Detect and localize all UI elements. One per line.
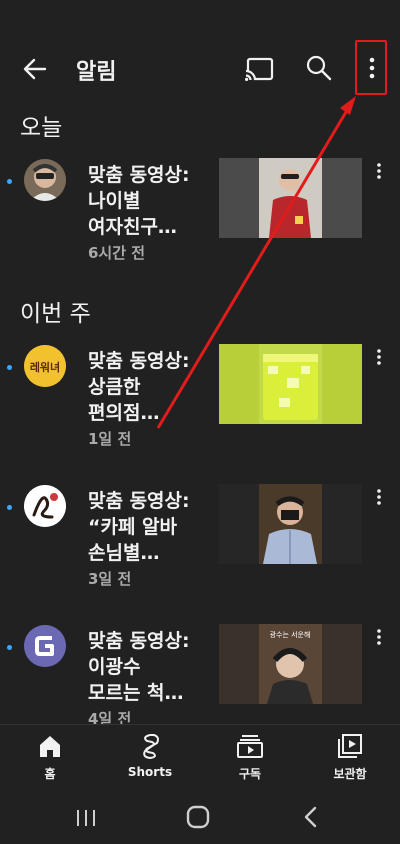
home-circle-icon bbox=[186, 805, 210, 829]
item-more-button[interactable] bbox=[370, 346, 388, 370]
annotation-highlight-box bbox=[355, 40, 387, 95]
unread-dot bbox=[7, 179, 12, 184]
nav-library-label: 보관함 bbox=[333, 767, 367, 781]
page-title: 알림 bbox=[76, 60, 117, 85]
nav-subscriptions-label: 구독 bbox=[238, 767, 262, 781]
back-system-button[interactable] bbox=[292, 802, 332, 832]
search-icon bbox=[306, 55, 332, 81]
more-vertical-icon bbox=[377, 349, 381, 365]
arrow-left-icon bbox=[23, 58, 47, 80]
nav-subscriptions[interactable]: 구독 bbox=[210, 733, 290, 782]
unread-dot bbox=[7, 365, 12, 370]
video-thumbnail[interactable] bbox=[219, 158, 362, 238]
home-system-button[interactable] bbox=[178, 802, 218, 832]
notification-time: 1일 전 bbox=[88, 430, 132, 448]
video-thumbnail[interactable] bbox=[219, 344, 362, 424]
video-thumbnail[interactable] bbox=[219, 484, 362, 564]
nav-home[interactable]: 홈 bbox=[10, 733, 90, 782]
nav-shorts[interactable]: Shorts bbox=[110, 733, 190, 779]
svg-text:광수는 서운해: 광수는 서운해 bbox=[270, 630, 311, 639]
bottom-navigation: 홈 Shorts 구독 보관함 bbox=[0, 724, 400, 790]
more-vertical-icon bbox=[377, 629, 381, 645]
nav-home-label: 홈 bbox=[44, 767, 56, 781]
notification-title: 맞춤 동영상: 이광수 모르는 척… bbox=[88, 630, 190, 704]
cast-button[interactable] bbox=[243, 54, 275, 84]
shorts-icon bbox=[143, 734, 159, 759]
notification-item[interactable]: 맞춤 동영상: 이광수 모르는 척… 4일 전 광수는 서운해 bbox=[0, 616, 400, 736]
library-icon bbox=[338, 734, 362, 758]
more-vertical-icon bbox=[377, 163, 381, 179]
cast-icon bbox=[244, 57, 274, 82]
letter-g-avatar bbox=[24, 625, 66, 667]
search-button[interactable] bbox=[303, 52, 335, 84]
notification-item[interactable]: 레워녀 맞춤 동영상: 상큼한 편의점… 1일 전 bbox=[0, 336, 400, 456]
notification-item[interactable]: 맞춤 동영상: 나이별 여자친구… 6시간 전 bbox=[0, 150, 400, 270]
app-header: 알림 bbox=[0, 0, 400, 100]
system-navigation-bar bbox=[0, 790, 400, 844]
nav-shorts-label: Shorts bbox=[127, 765, 173, 779]
more-vertical-icon bbox=[377, 489, 381, 505]
section-title-today: 오늘 bbox=[20, 115, 63, 141]
back-button[interactable] bbox=[18, 52, 52, 86]
channel-logo-avatar: 레워녀 bbox=[24, 345, 66, 387]
nav-library[interactable]: 보관함 bbox=[310, 733, 390, 782]
unread-dot bbox=[7, 505, 12, 510]
recent-apps-icon bbox=[77, 810, 95, 826]
item-more-button[interactable] bbox=[370, 626, 388, 650]
notification-title: 맞춤 동영상: 나이별 여자친구… bbox=[88, 164, 190, 238]
subscriptions-icon bbox=[237, 735, 263, 758]
person-avatar bbox=[24, 159, 66, 201]
chevron-left-icon bbox=[304, 806, 317, 828]
drawing-avatar bbox=[24, 485, 66, 527]
video-thumbnail[interactable]: 광수는 서운해 bbox=[219, 624, 362, 704]
recent-apps-button[interactable] bbox=[66, 802, 106, 832]
notification-title: 맞춤 동영상: 상큼한 편의점… bbox=[88, 350, 190, 424]
section-title-this-week: 이번 주 bbox=[20, 301, 91, 327]
item-more-button[interactable] bbox=[370, 160, 388, 184]
notification-title: 맞춤 동영상: “카페 알바 손님별… bbox=[88, 490, 190, 564]
svg-text:레워녀: 레워녀 bbox=[30, 360, 60, 374]
item-more-button[interactable] bbox=[370, 486, 388, 510]
notification-item[interactable]: 맞춤 동영상: “카페 알바 손님별… 3일 전 bbox=[0, 476, 400, 596]
notification-time: 6시간 전 bbox=[88, 244, 146, 262]
unread-dot bbox=[7, 645, 12, 650]
notification-time: 3일 전 bbox=[88, 570, 132, 588]
home-icon bbox=[40, 736, 60, 757]
